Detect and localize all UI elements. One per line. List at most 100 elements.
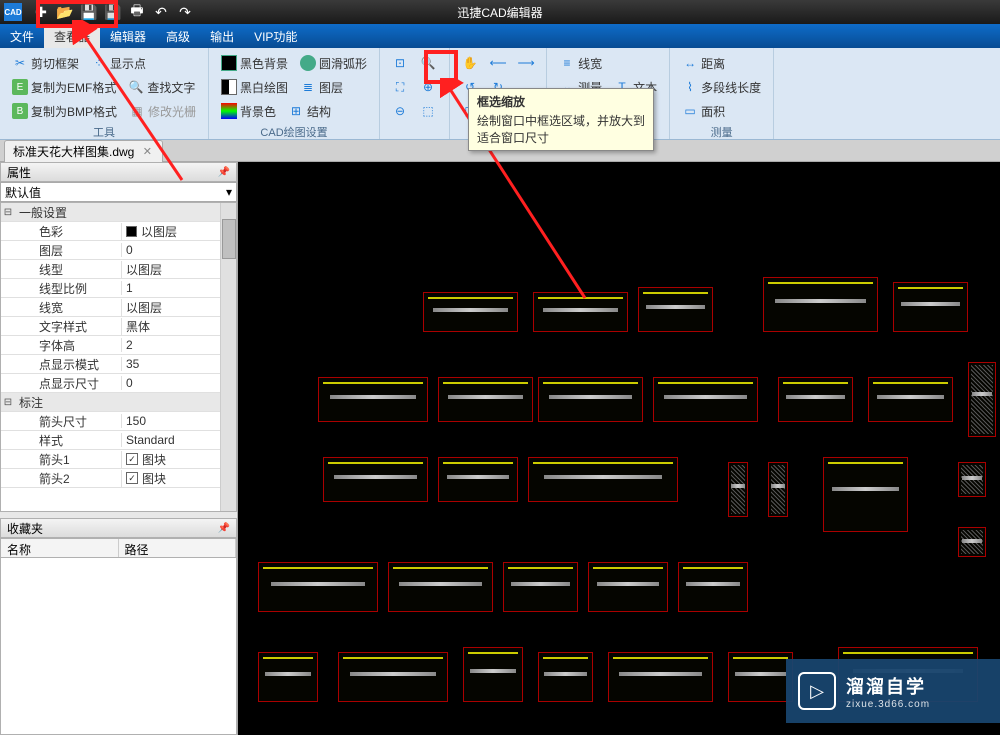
properties-grid[interactable]: ⊟ 一般设置 色彩以图层 图层0 线型以图层 线型比例1 线宽以图层 文字样式黑… — [0, 202, 237, 512]
bw-draw-button[interactable]: 黑白绘图 — [217, 77, 292, 98]
menu-file[interactable]: 文件 — [0, 24, 44, 48]
cad-block — [768, 462, 788, 517]
open-icon[interactable]: 📂 — [56, 3, 74, 21]
cut-icon: ✂ — [12, 55, 28, 71]
cad-block — [728, 652, 793, 702]
find-text-button[interactable]: 🔍查找文字 — [124, 77, 199, 98]
prop-row[interactable]: 线型比例1 — [1, 279, 236, 298]
quick-access-toolbar: ✚ 📂 💾 💾 🖶 ↶ ↷ — [26, 3, 200, 21]
polyline-len-button[interactable]: ⌇多段线长度 — [678, 77, 765, 98]
zoom-box-button[interactable]: 🔍 — [416, 53, 440, 73]
grab-button[interactable]: ⊡ — [388, 53, 412, 73]
undo-icon[interactable]: ↶ — [152, 3, 170, 21]
save-icon[interactable]: 💾 — [80, 3, 98, 21]
side-panel: 属性 📌 默认值▾ ⊟ 一般设置 色彩以图层 图层0 线型以图层 线型比例1 线… — [0, 162, 238, 735]
menu-bar: 文件 查看器 编辑器 高级 输出 VIP功能 — [0, 24, 1000, 48]
prop-row[interactable]: 文字样式黑体 — [1, 317, 236, 336]
prop-row[interactable]: 线宽以图层 — [1, 298, 236, 317]
prop-row[interactable]: 色彩以图层 — [1, 222, 236, 241]
menu-editor[interactable]: 编辑器 — [100, 24, 156, 48]
tooltip-line: 适合窗口尺寸 — [477, 129, 645, 146]
bgcolor-icon — [221, 103, 237, 119]
zoom-region-button[interactable]: ⬚ — [416, 101, 440, 121]
cad-block — [258, 652, 318, 702]
close-icon[interactable]: ✕ — [140, 144, 154, 158]
prev-button[interactable]: ⟵ — [486, 53, 510, 73]
distance-button[interactable]: ↔距离 — [678, 53, 729, 74]
fit-button[interactable]: ⛶ — [388, 77, 412, 97]
prop-row[interactable]: 线型以图层 — [1, 260, 236, 279]
zoom-in-icon: ⊕ — [420, 79, 436, 95]
fav-col-path[interactable]: 路径 — [119, 539, 237, 557]
scrollbar[interactable] — [220, 203, 236, 511]
drawing-canvas[interactable] — [238, 162, 1000, 735]
black-bg-button[interactable]: 黑色背景 — [217, 53, 292, 74]
fav-col-name[interactable]: 名称 — [1, 539, 119, 557]
menu-output[interactable]: 输出 — [200, 24, 244, 48]
ribbon-group-title: CAD绘图设置 — [217, 122, 371, 142]
checkbox-icon[interactable]: ✓ — [126, 472, 138, 484]
copy-emf-button[interactable]: E复制为EMF格式 — [8, 77, 120, 98]
cad-block — [323, 457, 428, 502]
document-tab[interactable]: 标准天花大样图集.dwg ✕ — [4, 140, 163, 162]
redo-icon[interactable]: ↷ — [176, 3, 194, 21]
raster-icon: ▦ — [129, 103, 145, 119]
pin-icon[interactable]: 📌 — [218, 523, 230, 534]
tooltip: 框选缩放 绘制窗口中框选区域，并放大到 适合窗口尺寸 — [468, 88, 654, 151]
menu-vip[interactable]: VIP功能 — [244, 24, 307, 48]
favorites-body[interactable] — [0, 558, 237, 735]
prop-section[interactable]: ⊟ 标注 — [1, 393, 236, 412]
area-button[interactable]: ▭面积 — [678, 101, 729, 122]
arrow-left-icon: ⟵ — [490, 55, 506, 71]
collapse-icon[interactable]: ⊟ — [1, 207, 15, 218]
new-icon[interactable]: ✚ — [32, 3, 50, 21]
lineweight-icon: ≡ — [559, 55, 575, 71]
menu-advanced[interactable]: 高级 — [156, 24, 200, 48]
prop-row[interactable]: 字体高2 — [1, 336, 236, 355]
pin-icon[interactable]: 📌 — [218, 167, 230, 178]
prop-row[interactable]: 箭头尺寸150 — [1, 412, 236, 431]
cad-block — [968, 362, 996, 437]
zoom-out-button[interactable]: ⊖ — [388, 101, 412, 121]
bgcolor-button[interactable]: 背景色 — [217, 101, 280, 122]
region-icon: ⬚ — [420, 103, 436, 119]
prop-row[interactable]: 箭头2✓图块 — [1, 469, 236, 488]
zoom-box-icon: 🔍 — [420, 55, 436, 71]
print-icon[interactable]: 🖶 — [128, 3, 146, 21]
ribbon-group-tools: ✂剪切框架 ⁘显示点 E复制为EMF格式 🔍查找文字 B复制为BMP格式 ▦修改… — [0, 48, 209, 139]
copy-bmp-button[interactable]: B复制为BMP格式 — [8, 101, 121, 122]
cad-block — [728, 462, 748, 517]
structure-button[interactable]: ⊞结构 — [284, 101, 335, 122]
cad-block — [338, 652, 448, 702]
document-filename: 标准天花大样图集.dwg — [13, 143, 134, 160]
prop-row[interactable]: 样式Standard — [1, 431, 236, 450]
next-button[interactable]: ⟶ — [514, 53, 538, 73]
prop-row[interactable]: 点显示尺寸0 — [1, 374, 236, 393]
favorites-title: 收藏夹 — [7, 520, 43, 537]
chevron-down-icon: ▾ — [226, 185, 232, 199]
collapse-icon[interactable]: ⊟ — [1, 397, 15, 408]
cad-block — [503, 562, 578, 612]
cad-block — [533, 292, 628, 332]
scrollbar-thumb[interactable] — [222, 219, 236, 259]
zoom-in-button[interactable]: ⊕ — [416, 77, 440, 97]
prop-row[interactable]: 点显示模式35 — [1, 355, 236, 374]
modify-raster-button[interactable]: ▦修改光栅 — [125, 101, 200, 122]
layers-button[interactable]: ≣图层 — [296, 77, 347, 98]
smooth-arc-button[interactable]: 圆滑弧形 — [296, 53, 371, 74]
prop-row[interactable]: 图层0 — [1, 241, 236, 260]
fit-icon: ⛶ — [392, 79, 408, 95]
save-all-icon[interactable]: 💾 — [104, 3, 122, 21]
properties-title: 属性 — [7, 164, 31, 181]
cut-frame-button[interactable]: ✂剪切框架 — [8, 53, 83, 74]
show-points-button[interactable]: ⁘显示点 — [87, 53, 150, 74]
cad-block — [678, 562, 748, 612]
hand-button[interactable]: ✋ — [458, 53, 482, 73]
menu-viewer[interactable]: 查看器 — [44, 24, 100, 48]
prop-row[interactable]: 箭头1✓图块 — [1, 450, 236, 469]
watermark-url: zixue.3d66.com — [846, 699, 930, 710]
properties-combo[interactable]: 默认值▾ — [0, 182, 237, 202]
prop-section[interactable]: ⊟ 一般设置 — [1, 203, 236, 222]
lineweight-button[interactable]: ≡线宽 — [555, 53, 606, 74]
checkbox-icon[interactable]: ✓ — [126, 453, 138, 465]
